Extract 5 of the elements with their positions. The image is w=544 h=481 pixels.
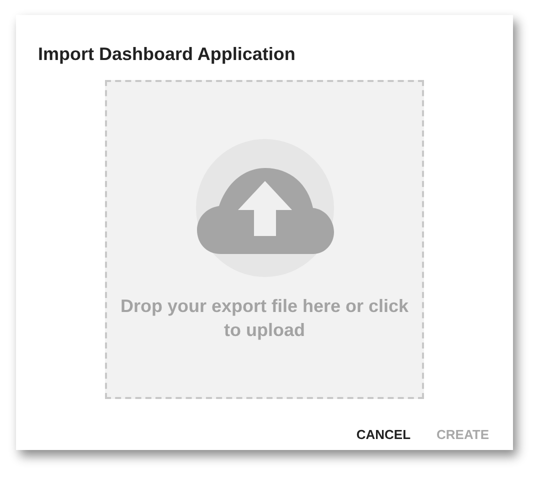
dialog-title: Import Dashboard Application [38, 43, 296, 65]
cancel-button[interactable]: CANCEL [348, 421, 419, 448]
cloud-upload-icon [194, 138, 334, 278]
file-dropzone[interactable]: Drop your export file here or click to upload [105, 80, 424, 399]
dropzone-text: Drop your export file here or click to upload [119, 295, 410, 342]
